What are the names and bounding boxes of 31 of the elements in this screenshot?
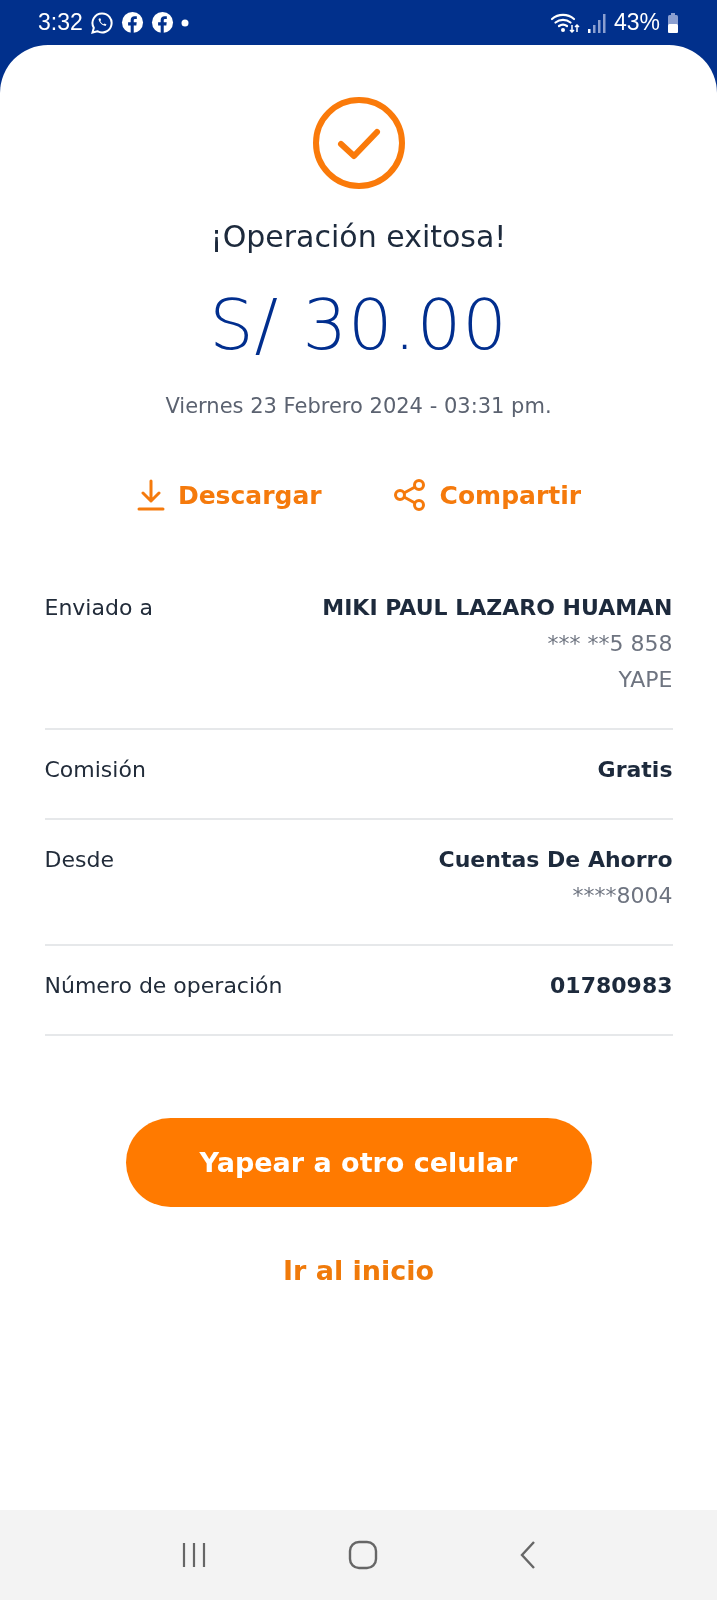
primary-button[interactable]: Yapear a otro celular: [125, 1118, 592, 1207]
home-icon[interactable]: [347, 1539, 380, 1571]
battery-percent: 43%: [613, 9, 660, 36]
wifi-icon: [549, 11, 580, 34]
chat-bubble-icon: [89, 10, 114, 35]
date-time: Viernes 23 Febrero 2024 - 03:31 pm.: [165, 394, 552, 418]
detail-value: MIKI PAUL LAZARO HUAMAN: [322, 594, 673, 622]
detail-value: Gratis: [597, 756, 673, 784]
amount: S/ 30.00: [209, 284, 508, 366]
status-time: 3:32: [38, 9, 83, 36]
f-logo-icon: [120, 11, 144, 34]
check-circle-icon: [310, 95, 407, 191]
detail-label: Enviado a: [44, 594, 153, 622]
detail-value: ****8004: [572, 882, 673, 910]
download-icon: [135, 478, 166, 512]
detail-value: YAPE: [618, 666, 673, 694]
success-title: ¡Operación exitosa!: [210, 219, 507, 254]
action-link[interactable]: Compartir: [391, 478, 582, 512]
detail-value: *** **5 858: [547, 630, 673, 658]
action-link[interactable]: Descargar: [135, 478, 322, 512]
detail-label: Desde: [44, 846, 114, 874]
signal-icon: [586, 11, 607, 34]
dot-icon: [180, 18, 189, 27]
share-icon: [391, 479, 428, 511]
detail-value: 01780983: [550, 972, 673, 1000]
detail-value: Cuentas De Ahorro: [438, 846, 673, 874]
home-link[interactable]: Ir al inicio: [274, 1247, 443, 1294]
detail-label: Comisión: [44, 756, 146, 784]
battery-icon: [667, 11, 679, 34]
f-logo-icon: [150, 11, 174, 34]
detail-label: Número de operación: [44, 972, 283, 1000]
